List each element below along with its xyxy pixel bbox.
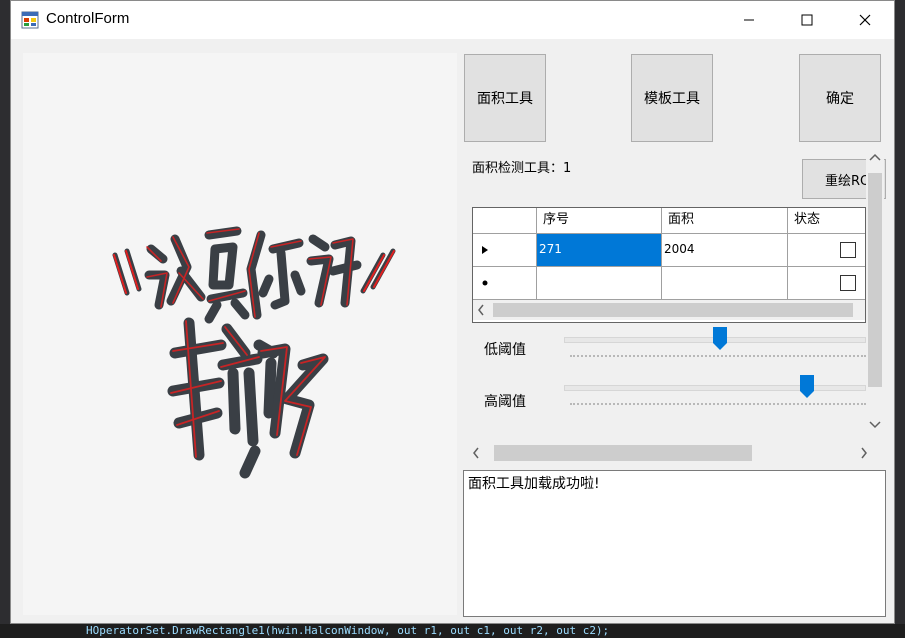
grid-scroll-thumb[interactable] [493, 303, 853, 317]
low-threshold-label: 低阈值 [484, 342, 526, 358]
panel-vertical-scrollbar[interactable] [866, 151, 884, 439]
row-header[interactable] [473, 234, 537, 267]
close-button[interactable] [842, 1, 888, 39]
app-form-icon [21, 11, 39, 29]
scroll-left-icon[interactable] [477, 304, 485, 316]
panel-scroll-left-icon[interactable] [472, 447, 480, 459]
grid-cell-status[interactable] [788, 234, 865, 267]
close-icon [859, 14, 871, 26]
new-row-header[interactable] [473, 267, 537, 300]
scroll-up-icon[interactable] [869, 153, 881, 161]
current-row-arrow-icon [482, 246, 488, 254]
area-tool-count-label: 面积检测工具：1 [472, 161, 572, 176]
background-editor-left [0, 0, 10, 638]
grid-horizontal-scrollbar[interactable] [473, 300, 865, 320]
maximize-button[interactable] [784, 1, 830, 39]
panel-horizontal-scrollbar[interactable] [466, 443, 876, 463]
grid-corner-header [473, 208, 537, 234]
scroll-down-icon[interactable] [869, 421, 881, 429]
high-threshold-slider[interactable] [562, 375, 866, 415]
log-message: 面积工具加载成功啦! [468, 476, 600, 492]
calligraphy-image [112, 226, 396, 479]
minimize-icon [744, 19, 754, 21]
low-threshold-slider[interactable] [562, 327, 866, 367]
panel-horizontal-scroll-thumb[interactable] [494, 445, 752, 461]
grid-header-index[interactable]: 序号 [537, 208, 662, 234]
panel-vertical-scroll-thumb[interactable] [868, 173, 882, 387]
high-slider-track [564, 385, 866, 391]
high-threshold-label: 高阈值 [484, 394, 526, 410]
minimize-button[interactable] [726, 1, 772, 39]
high-slider-thumb[interactable] [800, 375, 814, 399]
title-bar: ControlForm [11, 1, 894, 39]
grid-cell-area-new[interactable] [662, 267, 788, 300]
grid-cell-area[interactable]: 2004 [662, 234, 788, 267]
tool-settings-panel[interactable]: 面积检测工具：1 重绘ROI 序号 面积 状态 271 2004 低阈值 高阈值 [458, 151, 886, 439]
high-slider-ticks [570, 403, 866, 408]
panel-scroll-right-icon[interactable] [860, 447, 868, 459]
low-slider-ticks [570, 355, 866, 360]
background-code-line: HOperatorSet.DrawRectangle1(hwin.HalconW… [86, 624, 610, 637]
grid-cell-status-new[interactable] [788, 267, 865, 300]
template-tool-button[interactable]: 模板工具 [631, 54, 713, 142]
low-slider-thumb[interactable] [713, 327, 727, 351]
image-display-panel[interactable] [23, 53, 457, 615]
maximize-icon [801, 14, 813, 26]
grid-header-status[interactable]: 状态 [788, 208, 865, 234]
new-row-asterisk-icon [482, 280, 488, 286]
grid-header-area[interactable]: 面积 [662, 208, 788, 234]
message-log[interactable]: 面积工具加载成功啦! [463, 470, 886, 617]
status-checkbox-new[interactable] [840, 275, 856, 291]
control-form-window: ControlForm 面积工具 模板工具 确定 面积检测工具：1 重绘ROI … [10, 0, 895, 624]
grid-cell-index-new[interactable] [537, 267, 662, 300]
status-checkbox[interactable] [840, 242, 856, 258]
results-grid[interactable]: 序号 面积 状态 271 2004 [472, 207, 866, 323]
confirm-button[interactable]: 确定 [799, 54, 881, 142]
area-tool-button[interactable]: 面积工具 [464, 54, 546, 142]
background-editor-right [895, 0, 905, 638]
window-title: ControlForm [46, 10, 130, 27]
grid-cell-index[interactable]: 271 [537, 234, 662, 267]
